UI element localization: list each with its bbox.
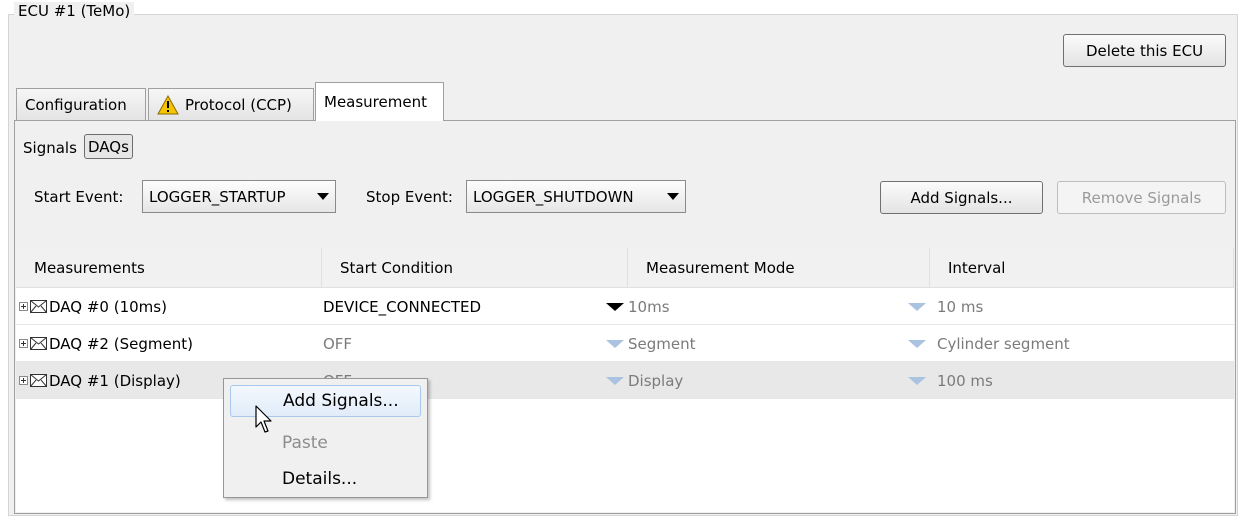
measurement-cell: DAQ #2 (Segment) <box>19 325 319 362</box>
measurement-mode-value: 10ms <box>628 297 670 316</box>
tab-configuration[interactable]: Configuration <box>16 88 146 120</box>
measurement-mode-value: Display <box>628 371 684 390</box>
expand-icon[interactable] <box>19 339 28 348</box>
context-menu: Add Signals... Paste Details... <box>223 378 428 498</box>
measurement-mode-cell[interactable]: Segment <box>628 325 930 362</box>
measurement-mode-value: Segment <box>628 334 696 353</box>
column-header-interval[interactable]: Interval <box>930 248 1234 288</box>
remove-signals-button: Remove Signals <box>1057 181 1226 214</box>
envelope-icon <box>30 300 47 313</box>
start-condition-cell[interactable]: DEVICE_CONNECTED <box>322 288 628 325</box>
start-condition-value: OFF <box>323 334 353 353</box>
stop-event-label: Stop Event: <box>366 187 453 206</box>
measurement-mode-cell[interactable]: Display <box>628 362 930 399</box>
start-condition-cell[interactable]: OFF <box>322 325 628 362</box>
measurement-name: DAQ #1 (Display) <box>49 371 181 390</box>
dropdown-arrow-icon[interactable] <box>908 339 926 348</box>
envelope-icon <box>30 337 47 350</box>
envelope-icon <box>30 374 47 387</box>
interval-value: Cylinder segment <box>937 334 1070 353</box>
start-condition-value: DEVICE_CONNECTED <box>323 297 482 316</box>
table-row[interactable]: DAQ #1 (Display) OFF Display 100 ms <box>16 362 1234 399</box>
add-signals-button[interactable]: Add Signals... <box>880 181 1043 214</box>
chevron-down-icon <box>317 193 329 200</box>
interval-cell: 100 ms <box>937 362 1233 399</box>
start-event-label: Start Event: <box>34 187 124 206</box>
column-header-measurement-mode[interactable]: Measurement Mode <box>628 248 930 288</box>
dropdown-arrow-icon[interactable] <box>908 376 926 385</box>
column-header-start-condition[interactable]: Start Condition <box>322 248 628 288</box>
interval-value: 100 ms <box>937 371 993 390</box>
delete-ecu-button[interactable]: Delete this ECU <box>1063 34 1226 67</box>
measurement-name: DAQ #0 (10ms) <box>49 297 167 316</box>
daqs-toggle[interactable]: DAQs <box>84 134 133 159</box>
dropdown-arrow-icon[interactable] <box>908 302 926 311</box>
chevron-down-icon <box>667 193 679 200</box>
dropdown-arrow-icon[interactable] <box>606 302 624 311</box>
table-row[interactable]: DAQ #2 (Segment) OFF Segment Cylinder se… <box>16 325 1234 362</box>
tab-protocol-label: Protocol (CCP) <box>185 95 292 114</box>
dropdown-arrow-icon[interactable] <box>606 339 624 348</box>
dropdown-arrow-icon[interactable] <box>606 376 624 385</box>
stop-event-dropdown[interactable]: LOGGER_SHUTDOWN <box>466 180 686 213</box>
interval-cell: 10 ms <box>937 288 1233 325</box>
table-row[interactable]: DAQ #0 (10ms) DEVICE_CONNECTED 10ms 10 m… <box>16 288 1234 325</box>
interval-value: 10 ms <box>937 297 984 316</box>
measurement-name: DAQ #2 (Segment) <box>49 334 193 353</box>
mouse-cursor-icon <box>255 405 272 433</box>
warning-icon <box>157 94 179 114</box>
tab-measurement[interactable]: Measurement <box>315 82 444 121</box>
ecu-group-title: ECU #1 (TeMo) <box>14 2 135 20</box>
start-event-value: LOGGER_STARTUP <box>149 187 286 206</box>
stop-event-value: LOGGER_SHUTDOWN <box>473 187 634 206</box>
expand-icon[interactable] <box>19 302 28 311</box>
column-header-measurements[interactable]: Measurements <box>16 248 322 288</box>
measurement-cell: DAQ #0 (10ms) <box>19 288 319 325</box>
signals-toggle[interactable]: Signals <box>23 136 77 160</box>
expand-icon[interactable] <box>19 376 28 385</box>
tab-measurement-label: Measurement <box>324 93 427 111</box>
measurement-mode-cell[interactable]: 10ms <box>628 288 930 325</box>
tab-protocol[interactable]: Protocol (CCP) <box>148 88 314 120</box>
menu-item-details[interactable]: Details... <box>230 463 421 495</box>
measurements-table: Measurements Start Condition Measurement… <box>16 248 1234 512</box>
tab-configuration-label: Configuration <box>25 95 127 114</box>
start-event-dropdown[interactable]: LOGGER_STARTUP <box>142 180 336 213</box>
interval-cell: Cylinder segment <box>937 325 1233 362</box>
